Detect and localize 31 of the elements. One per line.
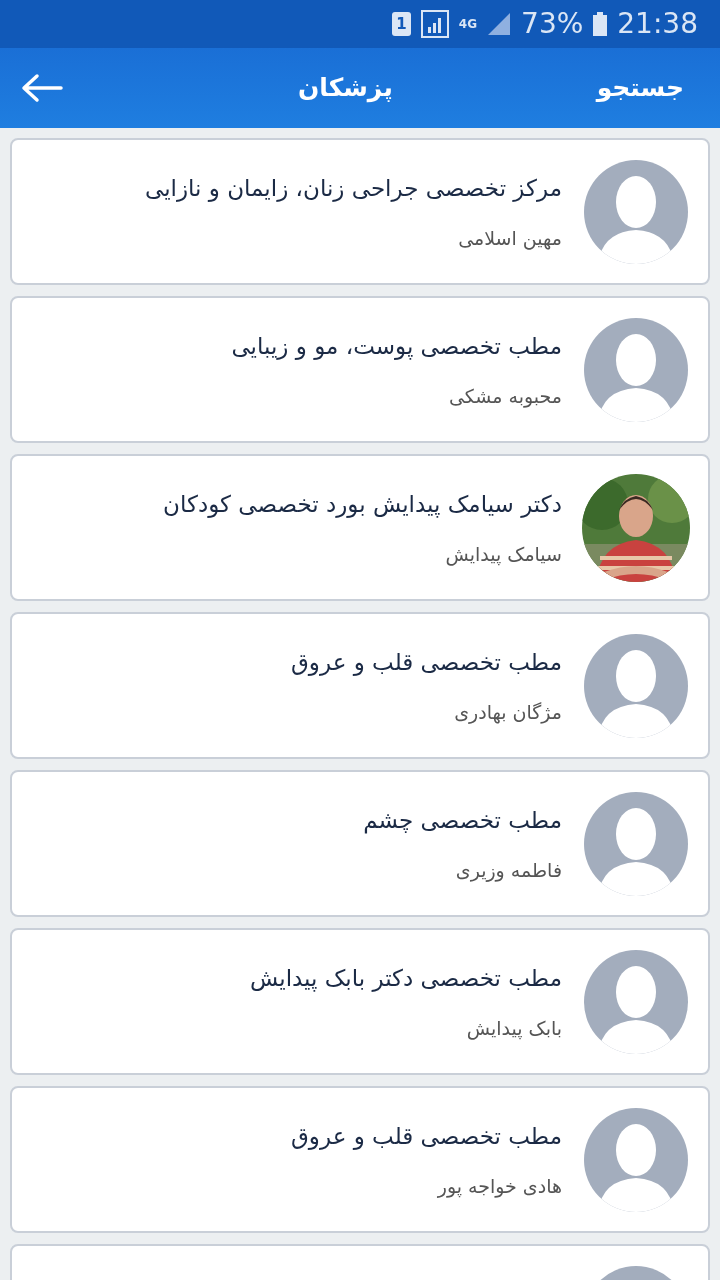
- battery-percent: 73%: [521, 10, 584, 38]
- clinic-title: مرکز تخصصی جراحی زنان، زایمان و نازایی: [144, 174, 562, 204]
- doctor-card[interactable]: مطب تخصصی قلب و عروق هادی خواجه پور: [10, 1086, 710, 1233]
- doctor-name: سیامک پیدایش: [445, 541, 562, 568]
- doctor-card[interactable]: مرکز تخصصی جراحی زنان، زایمان و نازایی مهین اسلامی: [10, 138, 710, 285]
- page-title: پزشکان: [298, 72, 393, 105]
- doctor-card[interactable]: مطب تخصصی پوست، مو و زیبایی محبوبه مشکی: [10, 296, 710, 443]
- doctor-card[interactable]: مطب تخصصی چشم فاطمه وزیری: [10, 770, 710, 917]
- cell-signal-icon: [487, 12, 512, 36]
- network-label: 4G: [458, 18, 478, 30]
- doctor-card[interactable]: مطب تخصصی قلب و عروق مژگان بهادری: [10, 612, 710, 759]
- sim-icon: 1: [391, 12, 411, 36]
- doctor-card[interactable]: دکتر سیامک پیدایش بورد تخصصی کودکان سیامک پیدایش: [10, 454, 710, 601]
- clinic-title: مطب تخصصی قلب و عروق: [291, 1122, 562, 1152]
- clinic-title: مطب تخصصی پوست، مو و زیبایی: [231, 332, 562, 362]
- doctor-name: مژگان بهادری: [454, 699, 562, 726]
- clinic-title: دکتر سیامک پیدایش بورد تخصصی کودکان: [163, 490, 562, 520]
- doctor-name: هادی خواجه پور: [437, 1173, 562, 1200]
- doctor-name: مهین اسلامی: [458, 225, 562, 252]
- doctor-name: فاطمه وزیری: [455, 857, 562, 884]
- search-button[interactable]: جستجو: [596, 69, 684, 107]
- battery-icon: [593, 12, 608, 36]
- clinic-title: مطب تخصصی قلب و عروق: [291, 648, 562, 678]
- doctor-card[interactable]: مطب تخصصی دکتر بابک پیدایش بابک پیدایش: [10, 928, 710, 1075]
- clock: 21:38: [617, 10, 698, 38]
- signal-icon: [420, 10, 449, 38]
- back-arrow-icon: [21, 73, 63, 103]
- doctor-name: محبوبه مشکی: [449, 383, 562, 410]
- clinic-title: مطب تخصصی چشم: [363, 806, 562, 836]
- clinic-title: مطب تخصصی دکتر بابک پیدایش: [249, 964, 562, 994]
- doctor-name: بابک پیدایش: [466, 1015, 562, 1042]
